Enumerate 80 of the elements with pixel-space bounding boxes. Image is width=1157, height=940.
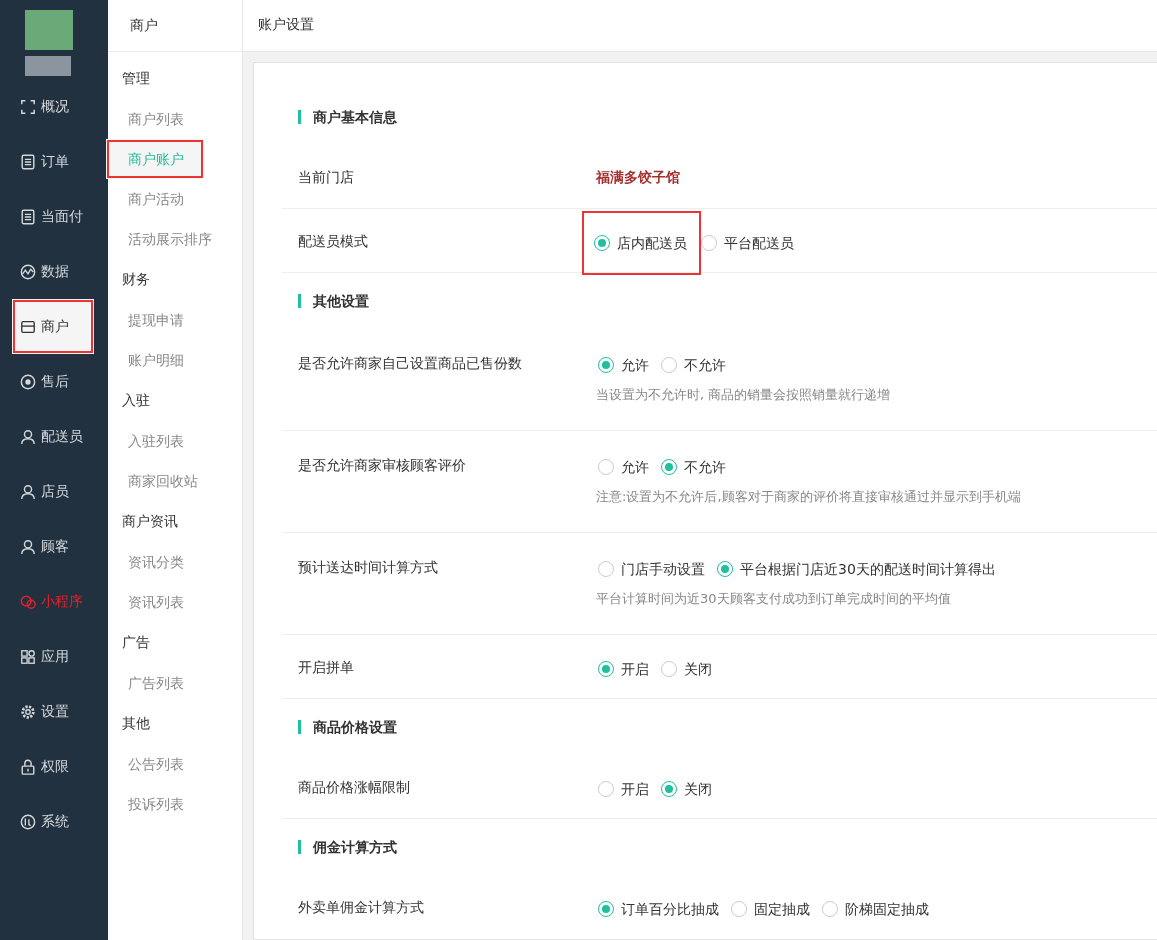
nav-item[interactable]: 权限 xyxy=(0,739,108,794)
chart-icon xyxy=(20,263,36,280)
radio-option[interactable]: 平台根据门店近30天的配送时间计算得出 xyxy=(715,557,1006,581)
nav-item[interactable]: 顾客 xyxy=(0,519,108,574)
nav-item[interactable]: 应用 xyxy=(0,629,108,684)
group-heading: 商户资讯 xyxy=(121,512,179,531)
radio-option[interactable]: 开启 xyxy=(596,777,659,801)
document-icon xyxy=(20,208,36,225)
nav-item[interactable]: 当面付 xyxy=(0,189,108,244)
nav-item[interactable]: 系统 xyxy=(0,794,108,849)
lock-icon xyxy=(20,758,36,775)
frame-icon xyxy=(20,98,36,115)
logo-placeholder xyxy=(25,10,73,50)
radio-option[interactable]: 平台配送员 xyxy=(699,231,804,255)
nav-item[interactable]: 数据 xyxy=(0,244,108,299)
nav-item[interactable]: 概况 xyxy=(0,79,108,134)
field-label: 商品价格涨幅限制 xyxy=(298,779,410,795)
field-label: 是否允许商家自己设置商品已售份数 xyxy=(298,355,522,371)
panel-title: 商户 xyxy=(108,0,242,52)
nav-item[interactable]: 订单 xyxy=(0,134,108,189)
nav-item[interactable]: 配送员 xyxy=(0,409,108,464)
person-icon xyxy=(20,428,36,445)
settings-icon xyxy=(20,703,36,720)
menu-item[interactable]: 资讯分类 xyxy=(108,542,230,582)
field-label: 是否允许商家审核顾客评价 xyxy=(298,457,466,473)
radio-option[interactable]: 关闭 xyxy=(659,777,722,801)
radio-option[interactable]: 订单百分比抽成 xyxy=(596,897,729,921)
page-title: 账户设置 xyxy=(243,0,1157,52)
section-heading: 其他设置 xyxy=(298,294,369,308)
radio-option[interactable]: 门店手动设置 xyxy=(596,557,715,581)
group-heading: 其他 xyxy=(121,714,151,733)
clock-icon xyxy=(20,813,36,830)
menu-item[interactable]: 账户明细 xyxy=(108,340,230,380)
apps-icon xyxy=(20,648,36,665)
radio-option[interactable]: 关闭 xyxy=(659,657,722,681)
menu-item[interactable]: 提现申请 xyxy=(108,300,230,340)
radio-option[interactable]: 店内配送员 xyxy=(584,213,699,273)
menu-item[interactable]: 公告列表 xyxy=(108,744,230,784)
field-label: 预计送达时间计算方式 xyxy=(298,559,438,575)
menu-item[interactable]: 活动展示排序 xyxy=(108,219,230,259)
field-label: 当前门店 xyxy=(298,169,354,185)
store-name: 福满多饺子馆 xyxy=(596,169,680,185)
nav-item[interactable]: 售后 xyxy=(0,354,108,409)
radio-option[interactable]: 不允许 xyxy=(659,455,736,479)
hint-text: 注意:设置为不允许后,顾客对于商家的评价将直接审核通过并显示到手机端 xyxy=(596,488,1021,506)
store-icon xyxy=(20,318,36,335)
group-heading: 管理 xyxy=(121,69,151,88)
menu-item[interactable]: 商户活动 xyxy=(108,179,230,219)
hint-text: 当设置为不允许时, 商品的销量会按照销量就行递增 xyxy=(596,386,891,404)
radio-option[interactable]: 允许 xyxy=(596,455,659,479)
person-icon xyxy=(20,538,36,555)
menu-item[interactable]: 入驻列表 xyxy=(108,421,230,461)
logo-placeholder xyxy=(25,56,71,76)
menu-item[interactable]: 投诉列表 xyxy=(108,784,230,824)
radio-option[interactable]: 固定抽成 xyxy=(729,897,820,921)
person-icon xyxy=(20,483,36,500)
radio-option[interactable]: 允许 xyxy=(596,353,659,377)
nav-item[interactable]: 店员 xyxy=(0,464,108,519)
nav-item[interactable]: 商户 xyxy=(12,299,94,354)
group-heading: 广告 xyxy=(121,633,151,652)
menu-item[interactable]: 资讯列表 xyxy=(108,582,230,622)
document-icon xyxy=(20,153,36,170)
radio-option[interactable]: 阶梯固定抽成 xyxy=(820,897,939,921)
group-heading: 财务 xyxy=(121,270,151,289)
hint-text: 平台计算时间为近30天顾客支付成功到订单完成时间的平均值 xyxy=(596,590,952,608)
field-label: 开启拼单 xyxy=(298,659,354,675)
menu-item[interactable]: 广告列表 xyxy=(108,663,230,703)
field-label: 配送员模式 xyxy=(298,233,368,249)
section-heading: 商户基本信息 xyxy=(298,110,397,124)
field-label: 外卖单佣金计算方式 xyxy=(298,899,424,915)
group-heading: 入驻 xyxy=(121,391,151,410)
nav-item[interactable]: 设置 xyxy=(0,684,108,739)
section-heading: 佣金计算方式 xyxy=(298,840,397,854)
section-heading: 商品价格设置 xyxy=(298,720,397,734)
circle-icon xyxy=(20,373,36,390)
menu-item[interactable]: 商家回收站 xyxy=(108,461,230,501)
menu-item[interactable]: 商户列表 xyxy=(108,99,230,139)
radio-option[interactable]: 开启 xyxy=(596,657,659,681)
radio-option[interactable]: 不允许 xyxy=(659,353,736,377)
chat-icon xyxy=(20,593,36,610)
